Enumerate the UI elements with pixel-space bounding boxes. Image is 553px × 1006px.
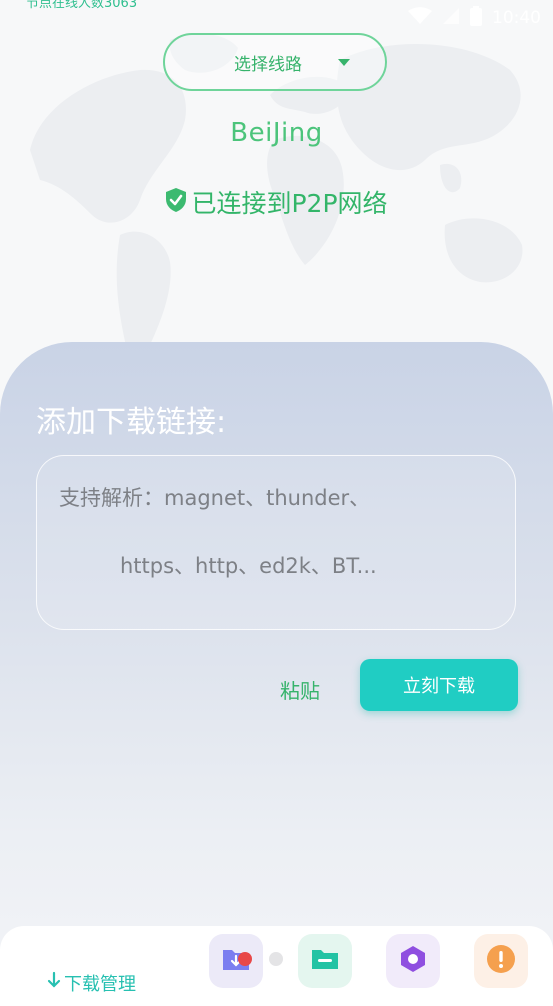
download-arrow-icon bbox=[46, 971, 62, 996]
download-now-button[interactable]: 立刻下载 bbox=[360, 659, 518, 711]
settings-tile[interactable] bbox=[386, 934, 440, 988]
download-link-input[interactable]: 支持解析：magnet、thunder、 https、http、ed2k、BT.… bbox=[36, 455, 516, 630]
caret-down-icon bbox=[338, 58, 350, 66]
connection-status-text: 已连接到P2P网络 bbox=[191, 189, 388, 218]
status-bar-right: 10:40 bbox=[408, 4, 541, 32]
download-panel: 添加下载链接: 支持解析：magnet、thunder、 https、http、… bbox=[0, 342, 553, 1002]
connection-status: 已连接到P2P网络 bbox=[0, 184, 553, 220]
city-name: BeiJing bbox=[230, 118, 323, 148]
status-online-count: 节点在线人数3063 bbox=[26, 0, 138, 11]
input-placeholder-line2: https、http、ed2k、BT... bbox=[120, 554, 377, 578]
alert-icon bbox=[486, 944, 516, 978]
alert-tile[interactable] bbox=[474, 934, 528, 988]
route-select-label: 选择线路 bbox=[234, 54, 302, 75]
panel-title: 添加下载链接: bbox=[36, 405, 227, 440]
signal-icon bbox=[442, 7, 460, 29]
shield-check-icon bbox=[165, 187, 187, 217]
download-manage-tab[interactable]: 下载管理 bbox=[46, 970, 136, 996]
download-manage-label: 下载管理 bbox=[64, 974, 136, 995]
grey-dot-indicator bbox=[269, 952, 283, 966]
battery-icon bbox=[470, 6, 482, 30]
route-select-button[interactable]: 选择线路 bbox=[163, 33, 387, 91]
folder-download-tile[interactable] bbox=[209, 934, 263, 988]
folder-tile[interactable] bbox=[298, 934, 352, 988]
bottom-nav: 下载管理 bbox=[0, 926, 553, 1006]
folder-icon bbox=[310, 947, 340, 975]
wifi-icon bbox=[408, 7, 432, 29]
status-time: 10:40 bbox=[492, 8, 541, 28]
input-placeholder-line1: 支持解析：magnet、thunder、 bbox=[59, 486, 371, 510]
red-dot-indicator bbox=[238, 952, 252, 966]
settings-hexagon-icon bbox=[398, 944, 428, 978]
paste-button[interactable]: 粘贴 bbox=[280, 675, 320, 704]
